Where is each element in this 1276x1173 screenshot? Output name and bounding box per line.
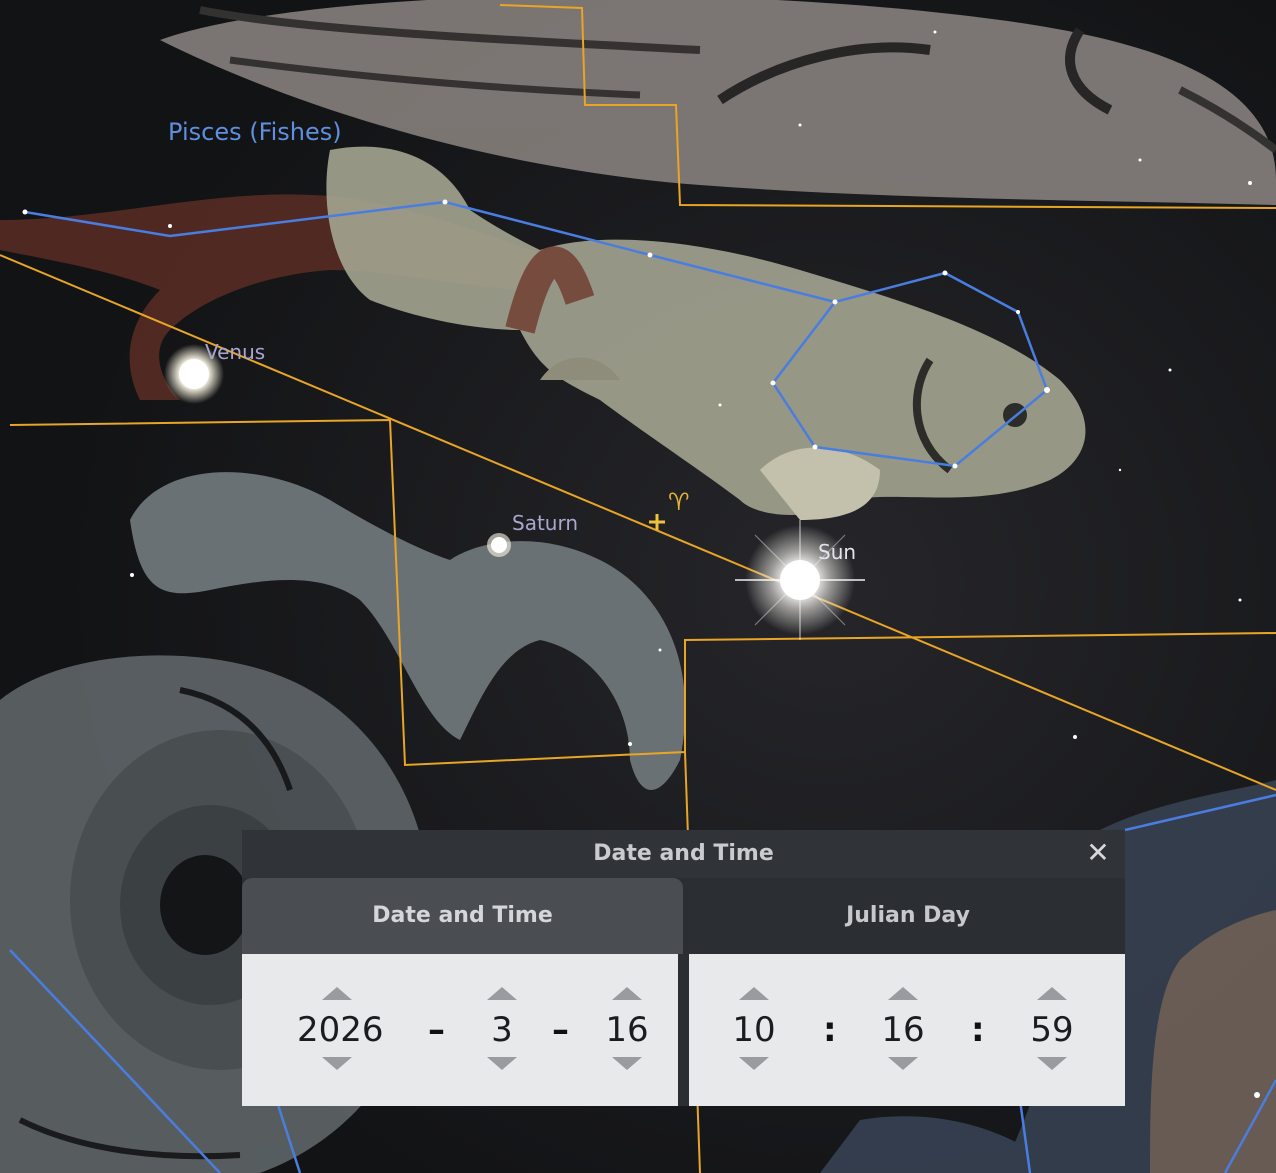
constellation-label[interactable]: Pisces (Fishes) bbox=[168, 118, 342, 146]
date-time-dialog: Date and Time ✕ Date and Time Julian Day… bbox=[242, 830, 1125, 1106]
sun-label[interactable]: Sun bbox=[818, 540, 856, 564]
hour-up-arrow-icon[interactable] bbox=[739, 987, 769, 1000]
year-down-arrow-icon[interactable] bbox=[322, 1057, 352, 1070]
day-value[interactable]: 16 bbox=[602, 1008, 652, 1052]
second-spinner[interactable]: 59 bbox=[1027, 954, 1077, 1106]
saturn-label[interactable]: Saturn bbox=[512, 511, 578, 535]
date-panel: 2026 – 3 – 16 bbox=[242, 954, 678, 1106]
sky-view[interactable]: Pisces (Fishes) Venus Saturn Sun ♈ Date … bbox=[0, 0, 1276, 1173]
minute-up-arrow-icon[interactable] bbox=[888, 987, 918, 1000]
saturn-planet[interactable] bbox=[491, 537, 507, 553]
month-up-arrow-icon[interactable] bbox=[487, 987, 517, 1000]
month-value[interactable]: 3 bbox=[482, 1008, 522, 1052]
second-value[interactable]: 59 bbox=[1027, 1008, 1077, 1052]
hour-spinner[interactable]: 10 bbox=[729, 954, 779, 1106]
date-separator: – bbox=[428, 1010, 445, 1050]
month-spinner[interactable]: 3 bbox=[482, 954, 522, 1106]
time-separator: : bbox=[971, 1010, 985, 1050]
second-up-arrow-icon[interactable] bbox=[1037, 987, 1067, 1000]
day-up-arrow-icon[interactable] bbox=[612, 987, 642, 1000]
year-spinner[interactable]: 2026 bbox=[297, 954, 384, 1106]
dialog-title[interactable]: Date and Time bbox=[242, 830, 1125, 878]
time-separator: : bbox=[823, 1010, 837, 1050]
hour-down-arrow-icon[interactable] bbox=[739, 1057, 769, 1070]
day-spinner[interactable]: 16 bbox=[602, 954, 652, 1106]
second-down-arrow-icon[interactable] bbox=[1037, 1057, 1067, 1070]
day-down-arrow-icon[interactable] bbox=[612, 1057, 642, 1070]
year-up-arrow-icon[interactable] bbox=[322, 987, 352, 1000]
year-value[interactable]: 2026 bbox=[297, 1008, 384, 1052]
tab-julian-day[interactable]: Julian Day bbox=[691, 878, 1125, 954]
minute-down-arrow-icon[interactable] bbox=[888, 1057, 918, 1070]
month-down-arrow-icon[interactable] bbox=[487, 1057, 517, 1070]
close-icon[interactable]: ✕ bbox=[1081, 836, 1115, 870]
minute-value[interactable]: 16 bbox=[878, 1008, 928, 1052]
time-panel: 10 : 16 : 59 bbox=[689, 954, 1125, 1106]
venus-label[interactable]: Venus bbox=[205, 340, 265, 364]
date-separator: – bbox=[552, 1010, 569, 1050]
tab-date-and-time[interactable]: Date and Time bbox=[242, 878, 683, 954]
minute-spinner[interactable]: 16 bbox=[878, 954, 928, 1106]
hour-value[interactable]: 10 bbox=[729, 1008, 779, 1052]
aries-symbol-label: ♈ bbox=[668, 488, 690, 516]
